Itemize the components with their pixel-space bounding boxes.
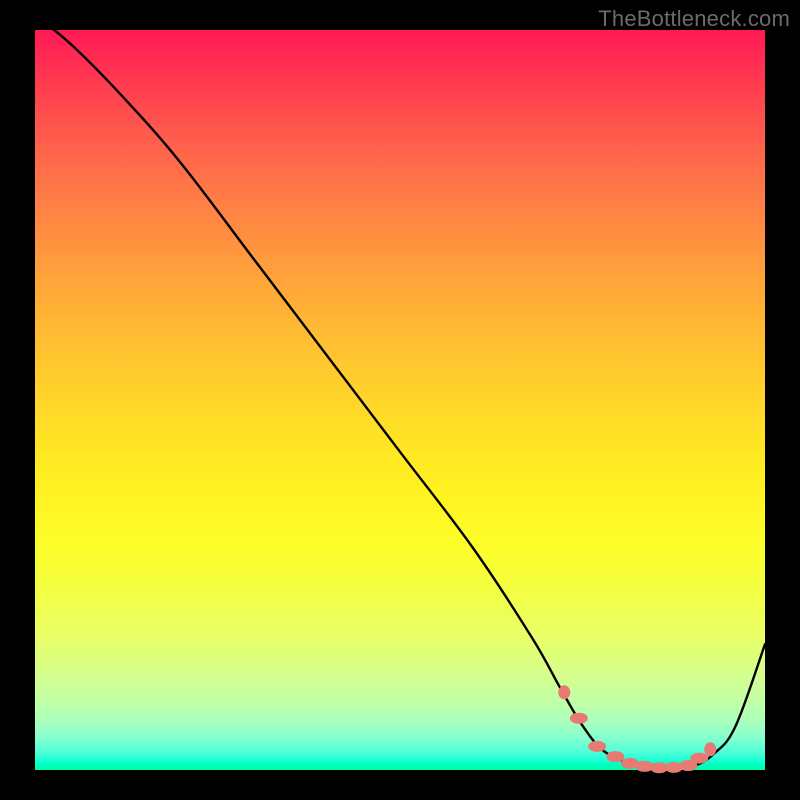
curve-svg <box>35 30 765 770</box>
chart-container: TheBottleneck.com <box>0 0 800 800</box>
bottleneck-curve <box>35 15 765 768</box>
marker-dot <box>690 753 708 764</box>
watermark-text: TheBottleneck.com <box>598 6 790 32</box>
marker-dot <box>588 741 606 752</box>
plot-area <box>35 30 765 770</box>
optimal-markers <box>558 685 716 773</box>
marker-dot <box>570 713 588 724</box>
marker-dot <box>704 742 716 756</box>
marker-dot <box>606 751 624 762</box>
marker-dot <box>558 685 570 699</box>
